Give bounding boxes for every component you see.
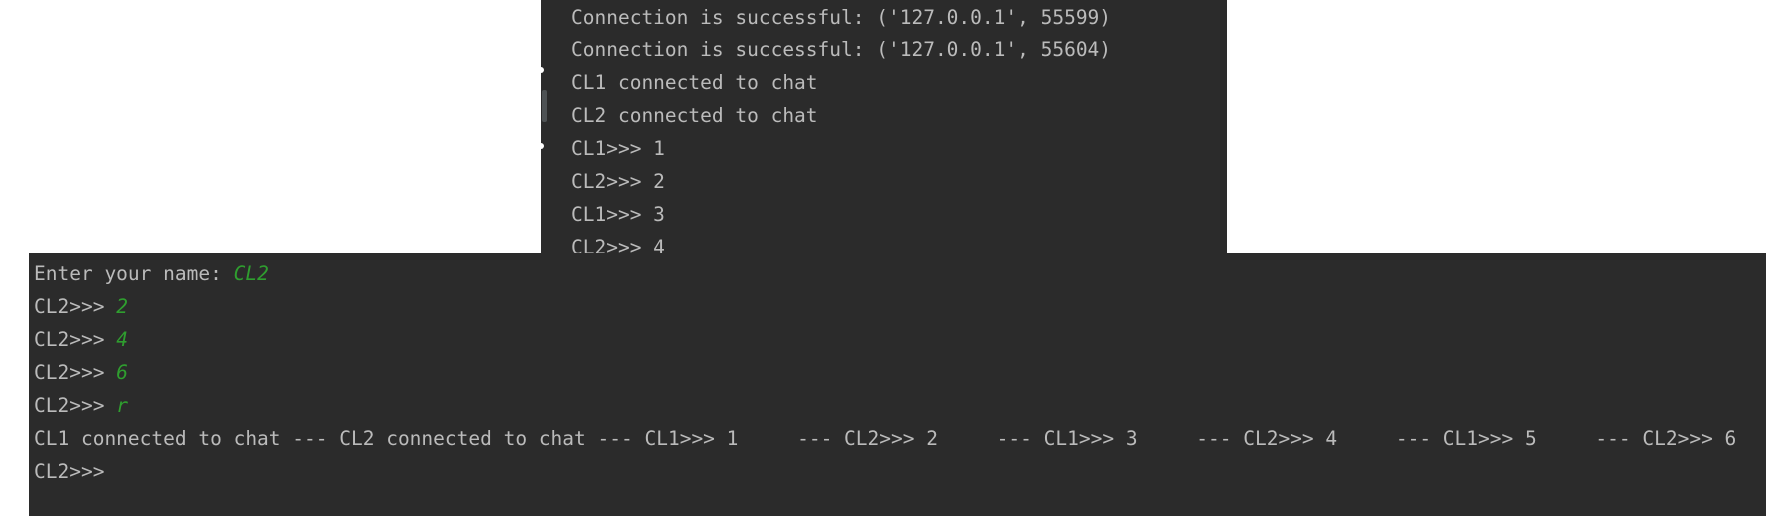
- server-output-line: CL2 connected to chat: [571, 104, 818, 127]
- console-gutter: [541, 0, 549, 253]
- server-console[interactable]: Connection is successful: ('127.0.0.1', …: [541, 0, 1227, 253]
- server-output-line: Connection is successful: ('127.0.0.1', …: [571, 6, 1112, 29]
- message-line: CL2>>> 2: [34, 295, 128, 319]
- chat-history-line: CL1 connected to chat --- CL2 connected …: [34, 427, 1737, 450]
- client-console[interactable]: Enter your name: CL2 CL2>>> 2 CL2>>> 4 C…: [29, 253, 1766, 516]
- user-input-message: r: [116, 394, 128, 417]
- name-prompt: Enter your name:: [34, 262, 234, 285]
- gutter-marker-icon: [541, 67, 544, 73]
- gutter-scroll-marker[interactable]: [542, 90, 547, 122]
- user-input-name: CL2: [233, 262, 269, 285]
- server-output-line: CL1>>> 3: [571, 203, 665, 226]
- current-prompt-line[interactable]: CL2>>>: [34, 460, 104, 484]
- message-prompt: CL2>>>: [34, 295, 117, 318]
- message-line: CL2>>> 4: [34, 328, 128, 352]
- message-prompt: CL2>>>: [34, 361, 117, 384]
- server-output-line: CL1>>> 1: [571, 137, 665, 160]
- message-line: CL2>>> r: [34, 394, 128, 418]
- user-input-message: 2: [116, 295, 128, 318]
- server-output-line: CL2>>> 4: [571, 236, 665, 253]
- server-output-line: CL2>>> 2: [571, 170, 665, 193]
- message-line: CL2>>> 6: [34, 361, 128, 385]
- server-output-line: Connection is successful: ('127.0.0.1', …: [571, 38, 1112, 61]
- server-output-line: CL1 connected to chat: [571, 71, 818, 94]
- user-input-message: 6: [116, 361, 128, 384]
- user-input-message: 4: [116, 328, 128, 351]
- name-prompt-line: Enter your name: CL2: [34, 262, 269, 286]
- message-prompt: CL2>>>: [34, 328, 117, 351]
- message-prompt: CL2>>>: [34, 394, 117, 417]
- gutter-marker-icon: [541, 143, 544, 149]
